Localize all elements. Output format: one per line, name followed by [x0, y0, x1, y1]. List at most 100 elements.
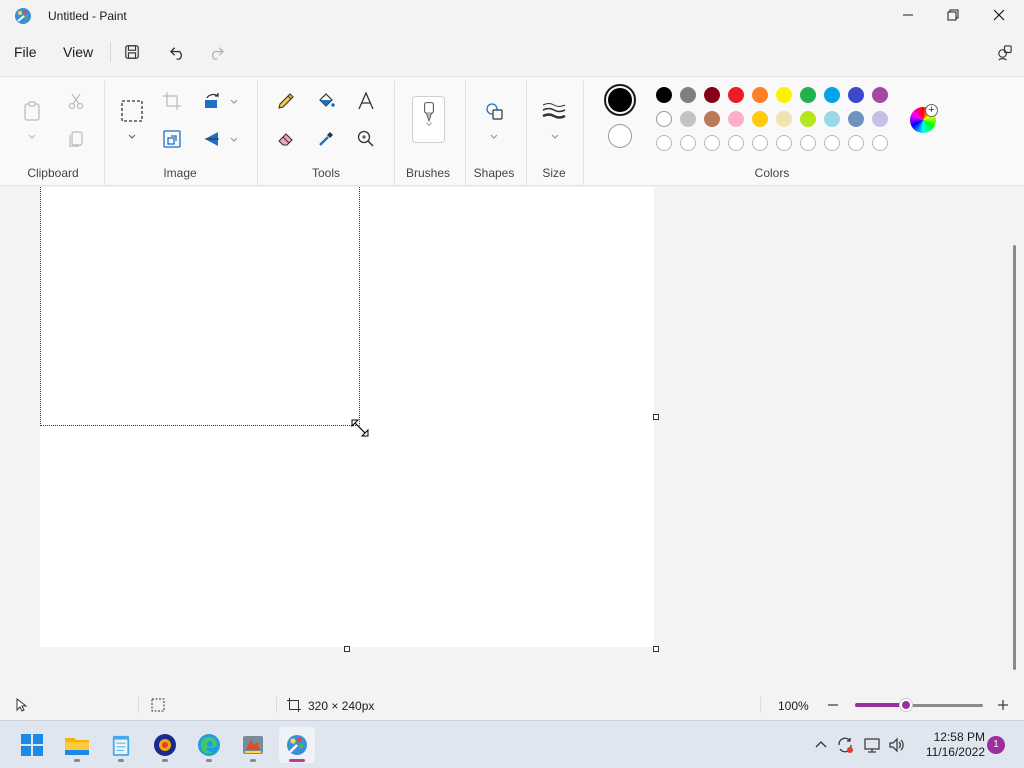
canvas-resize-handle-bottom[interactable] — [344, 646, 350, 652]
view-menu[interactable]: View — [63, 44, 93, 60]
custom-color-slot[interactable] — [872, 135, 888, 151]
window-title: Untitled - Paint — [48, 9, 127, 23]
menu-bar: File View — [0, 36, 1024, 68]
color-swatch[interactable] — [680, 111, 696, 127]
size-chevron-down-icon[interactable] — [550, 131, 560, 141]
color-swatch[interactable] — [824, 111, 840, 127]
clock-date: 11/16/2022 — [925, 745, 985, 759]
canvas-workspace — [0, 187, 1016, 689]
custom-color-slot[interactable] — [848, 135, 864, 151]
paint-icon[interactable] — [279, 727, 315, 763]
network-icon[interactable] — [862, 735, 882, 755]
save-icon[interactable] — [122, 42, 142, 62]
color-swatch[interactable] — [704, 111, 720, 127]
restore-button[interactable] — [930, 0, 976, 30]
select-icon[interactable] — [118, 97, 146, 125]
pencil-icon[interactable] — [272, 87, 300, 115]
start-icon[interactable] — [14, 727, 50, 763]
secondary-color-selector[interactable] — [608, 124, 632, 148]
canvas-resize-handle-corner[interactable] — [653, 646, 659, 652]
zoom-out-icon[interactable] — [826, 698, 840, 712]
close-button[interactable] — [976, 0, 1022, 30]
canvas-resize-handle-right[interactable] — [653, 414, 659, 420]
color-swatch[interactable] — [848, 87, 864, 103]
flip-chevron-down-icon[interactable] — [229, 134, 239, 144]
custom-color-slot[interactable] — [656, 135, 672, 151]
file-menu[interactable]: File — [14, 44, 37, 60]
share-icon[interactable] — [994, 42, 1014, 62]
edge-icon[interactable] — [191, 727, 227, 763]
color-swatch[interactable] — [656, 111, 672, 127]
crop-icon[interactable] — [158, 87, 186, 115]
canvas-size-icon — [287, 698, 301, 712]
color-swatch[interactable] — [680, 87, 696, 103]
custom-color-slot[interactable] — [776, 135, 792, 151]
color-picker-icon[interactable] — [312, 125, 340, 153]
eraser-icon[interactable] — [272, 125, 300, 153]
color-swatch[interactable] — [776, 87, 792, 103]
paste-chevron-down-icon[interactable] — [27, 131, 37, 141]
taskbar-clock[interactable]: 12:58 PM 11/16/2022 — [915, 730, 985, 760]
volume-icon[interactable] — [887, 735, 907, 755]
color-swatch[interactable] — [704, 87, 720, 103]
color-swatch[interactable] — [848, 111, 864, 127]
color-swatch[interactable] — [656, 87, 672, 103]
copy-icon[interactable] — [62, 125, 90, 153]
shapes-chevron-down-icon[interactable] — [489, 131, 499, 141]
custom-color-slot[interactable] — [752, 135, 768, 151]
vertical-scrollbar[interactable] — [1013, 245, 1016, 670]
status-bar: 320 × 240px 100% — [0, 690, 1024, 720]
custom-color-slot[interactable] — [824, 135, 840, 151]
zoom-level-text[interactable]: 100% — [778, 699, 809, 713]
app-icon-2[interactable] — [235, 727, 271, 763]
color-swatch[interactable] — [752, 87, 768, 103]
custom-color-slot[interactable] — [704, 135, 720, 151]
redo-icon[interactable] — [206, 42, 226, 62]
add-color-icon[interactable]: + — [925, 104, 938, 117]
size-icon[interactable] — [540, 97, 568, 125]
shapes-icon[interactable] — [480, 97, 508, 125]
color-swatch[interactable] — [776, 111, 792, 127]
rotate-icon[interactable] — [198, 87, 226, 115]
ribbon-separator — [526, 81, 527, 185]
fill-bucket-icon[interactable] — [312, 87, 340, 115]
color-swatch[interactable] — [728, 87, 744, 103]
file-explorer-icon[interactable] — [59, 727, 95, 763]
tools-group-label: Tools — [311, 166, 340, 180]
ribbon-separator — [104, 81, 105, 185]
flip-icon[interactable] — [198, 125, 226, 153]
resize-cursor-icon — [350, 418, 370, 438]
sync-icon[interactable] — [835, 735, 855, 755]
minimize-button[interactable] — [885, 0, 931, 30]
paste-icon[interactable] — [18, 97, 46, 125]
color-swatch[interactable] — [800, 111, 816, 127]
brush-icon — [423, 102, 434, 126]
custom-color-slot[interactable] — [800, 135, 816, 151]
primary-color-selector[interactable] — [604, 84, 636, 116]
show-hidden-icons-chevron-up-icon[interactable] — [811, 735, 831, 755]
primary-color-swatch — [608, 88, 632, 112]
custom-color-slot[interactable] — [680, 135, 696, 151]
undo-icon[interactable] — [167, 42, 187, 62]
color-swatch[interactable] — [800, 87, 816, 103]
rotate-chevron-down-icon[interactable] — [229, 96, 239, 106]
color-swatch[interactable] — [728, 111, 744, 127]
zoom-slider-thumb[interactable] — [899, 698, 913, 712]
app-icon[interactable] — [147, 727, 183, 763]
taskbar: 12:58 PM 11/16/2022 1 — [0, 720, 1024, 768]
brushes-button[interactable] — [412, 96, 445, 143]
text-icon[interactable] — [352, 87, 380, 115]
custom-color-slot[interactable] — [728, 135, 744, 151]
selection-rectangle[interactable] — [40, 187, 360, 426]
magnifier-icon[interactable] — [352, 125, 380, 153]
select-chevron-down-icon[interactable] — [127, 131, 137, 141]
color-swatch[interactable] — [752, 111, 768, 127]
notepad-icon[interactable] — [103, 727, 139, 763]
resize-icon[interactable] — [158, 125, 186, 153]
cut-icon[interactable] — [62, 87, 90, 115]
color-swatch[interactable] — [872, 87, 888, 103]
notification-badge[interactable]: 1 — [987, 736, 1005, 754]
color-swatch[interactable] — [824, 87, 840, 103]
color-swatch[interactable] — [872, 111, 888, 127]
zoom-in-icon[interactable] — [996, 698, 1010, 712]
